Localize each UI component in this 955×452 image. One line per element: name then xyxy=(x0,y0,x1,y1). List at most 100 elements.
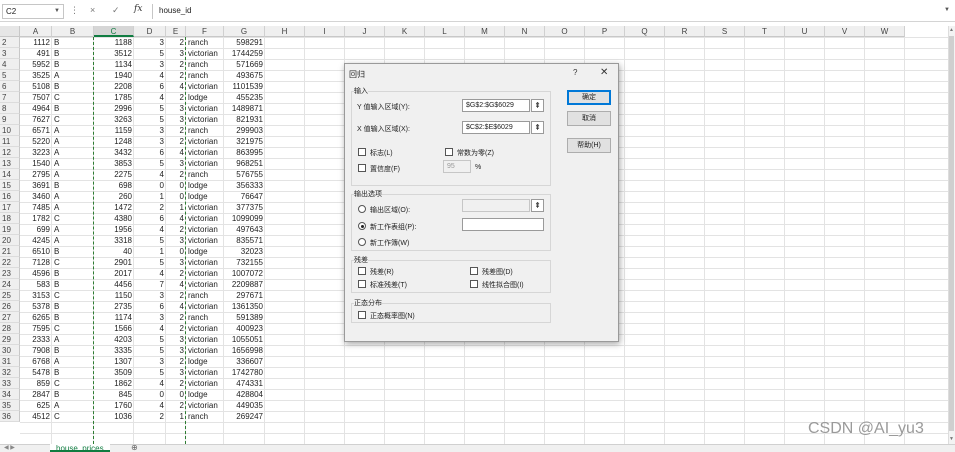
row-header[interactable]: 21 xyxy=(0,246,20,257)
cell-b[interactable]: C xyxy=(52,411,94,422)
new-sheet-radio[interactable] xyxy=(358,222,366,230)
column-header-i[interactable]: I xyxy=(305,26,345,37)
cell-a[interactable]: 2333 xyxy=(20,334,52,345)
column-header-r[interactable]: R xyxy=(665,26,705,37)
cell-f[interactable]: ranch xyxy=(186,312,224,323)
cell-g[interactable]: 428804 xyxy=(224,389,265,400)
cell-f[interactable]: victorian xyxy=(186,367,224,378)
cell-a[interactable]: 4964 xyxy=(20,103,52,114)
cell-a[interactable]: 3153 xyxy=(20,290,52,301)
cell-a[interactable]: 7485 xyxy=(20,202,52,213)
column-header-a[interactable]: A xyxy=(20,26,52,37)
cell-f[interactable]: victorian xyxy=(186,345,224,356)
row-header[interactable]: 13 xyxy=(0,158,20,169)
sheet-tab-house-prices[interactable]: house_prices xyxy=(50,444,110,452)
y-range-input[interactable]: $G$2:$G$6029 xyxy=(462,99,530,112)
help-icon[interactable]: ? xyxy=(573,68,577,77)
scrollbar-thumb[interactable] xyxy=(949,36,954,431)
row-header[interactable]: 29 xyxy=(0,334,20,345)
insert-function-button[interactable]: fx xyxy=(134,4,142,14)
cell-f[interactable]: victorian xyxy=(186,268,224,279)
scroll-down-icon[interactable]: ▼ xyxy=(949,436,954,442)
row-header[interactable]: 8 xyxy=(0,103,20,114)
row-header[interactable]: 22 xyxy=(0,257,20,268)
cell-g[interactable]: 835571 xyxy=(224,235,265,246)
cell-g[interactable]: 474331 xyxy=(224,378,265,389)
cell-b[interactable]: B xyxy=(52,103,94,114)
column-header-n[interactable]: N xyxy=(505,26,545,37)
cell-f[interactable]: ranch xyxy=(186,290,224,301)
cell-a[interactable]: 1112 xyxy=(20,37,52,48)
expand-formula-icon[interactable]: ▼ xyxy=(944,7,950,13)
row-header[interactable]: 28 xyxy=(0,323,20,334)
residual-plot-checkbox[interactable] xyxy=(470,267,478,275)
column-header-s[interactable]: S xyxy=(705,26,745,37)
cell-g[interactable]: 269247 xyxy=(224,411,265,422)
enter-icon[interactable]: ✓ xyxy=(112,5,120,16)
row-header[interactable]: 4 xyxy=(0,59,20,70)
cell-g[interactable]: 821931 xyxy=(224,114,265,125)
cell-g[interactable]: 356333 xyxy=(224,180,265,191)
help-button[interactable]: 帮助(H) xyxy=(567,138,611,153)
column-header-p[interactable]: P xyxy=(585,26,625,37)
cell-b[interactable]: B xyxy=(52,301,94,312)
row-header[interactable]: 6 xyxy=(0,81,20,92)
cell-a[interactable]: 4596 xyxy=(20,268,52,279)
cell-f[interactable]: lodge xyxy=(186,92,224,103)
cell-a[interactable]: 4245 xyxy=(20,235,52,246)
column-header-h[interactable]: H xyxy=(265,26,305,37)
row-header[interactable]: 18 xyxy=(0,213,20,224)
cell-g[interactable]: 449035 xyxy=(224,400,265,411)
cell-b[interactable]: A xyxy=(52,224,94,235)
cell-a[interactable]: 6571 xyxy=(20,125,52,136)
row-header[interactable]: 7 xyxy=(0,92,20,103)
cell-a[interactable]: 5108 xyxy=(20,81,52,92)
row-header[interactable]: 19 xyxy=(0,224,20,235)
row-header[interactable]: 5 xyxy=(0,70,20,81)
cell-f[interactable]: victorian xyxy=(186,136,224,147)
cell-f[interactable]: victorian xyxy=(186,103,224,114)
standard-residuals-checkbox[interactable] xyxy=(358,280,366,288)
add-sheet-icon[interactable]: ⊕ xyxy=(131,444,138,452)
cell-b[interactable]: A xyxy=(52,147,94,158)
row-header[interactable]: 15 xyxy=(0,180,20,191)
row-header[interactable]: 20 xyxy=(0,235,20,246)
row-header[interactable]: 32 xyxy=(0,367,20,378)
cell-a[interactable]: 5478 xyxy=(20,367,52,378)
cell-g[interactable]: 299903 xyxy=(224,125,265,136)
cell-g[interactable]: 493675 xyxy=(224,70,265,81)
row-header[interactable]: 14 xyxy=(0,169,20,180)
cell-g[interactable]: 732155 xyxy=(224,257,265,268)
cell-f[interactable]: ranch xyxy=(186,125,224,136)
column-header-b[interactable]: B xyxy=(52,26,94,37)
cell-a[interactable]: 6768 xyxy=(20,356,52,367)
cell-b[interactable]: A xyxy=(52,70,94,81)
cell-b[interactable]: A xyxy=(52,202,94,213)
cell-b[interactable]: B xyxy=(52,246,94,257)
column-header-l[interactable]: L xyxy=(425,26,465,37)
cell-b[interactable]: B xyxy=(52,268,94,279)
cancel-button[interactable]: 取消 xyxy=(567,111,611,126)
ok-button[interactable]: 确定 xyxy=(567,90,611,105)
row-header[interactable]: 9 xyxy=(0,114,20,125)
cell-g[interactable]: 1361350 xyxy=(224,301,265,312)
column-header-e[interactable]: E xyxy=(166,26,186,37)
column-header-j[interactable]: J xyxy=(345,26,385,37)
cell-b[interactable]: A xyxy=(52,158,94,169)
close-icon[interactable]: ✕ xyxy=(600,67,608,78)
chevron-down-icon[interactable]: ▼ xyxy=(54,8,60,14)
x-range-collapse-icon[interactable]: ⇞ xyxy=(531,121,544,134)
cell-f[interactable]: victorian xyxy=(186,81,224,92)
cell-f[interactable]: lodge xyxy=(186,389,224,400)
cell-g[interactable]: 1099099 xyxy=(224,213,265,224)
cell-f[interactable]: lodge xyxy=(186,356,224,367)
cell-b[interactable]: A xyxy=(52,400,94,411)
cell-a[interactable]: 2795 xyxy=(20,169,52,180)
cell-g[interactable]: 321975 xyxy=(224,136,265,147)
cell-a[interactable]: 7627 xyxy=(20,114,52,125)
tab-nav-icon[interactable]: ◀ ▶ xyxy=(4,444,15,452)
cell-a[interactable]: 7507 xyxy=(20,92,52,103)
cell-b[interactable]: B xyxy=(52,48,94,59)
cell-g[interactable]: 32023 xyxy=(224,246,265,257)
cell-g[interactable]: 591389 xyxy=(224,312,265,323)
